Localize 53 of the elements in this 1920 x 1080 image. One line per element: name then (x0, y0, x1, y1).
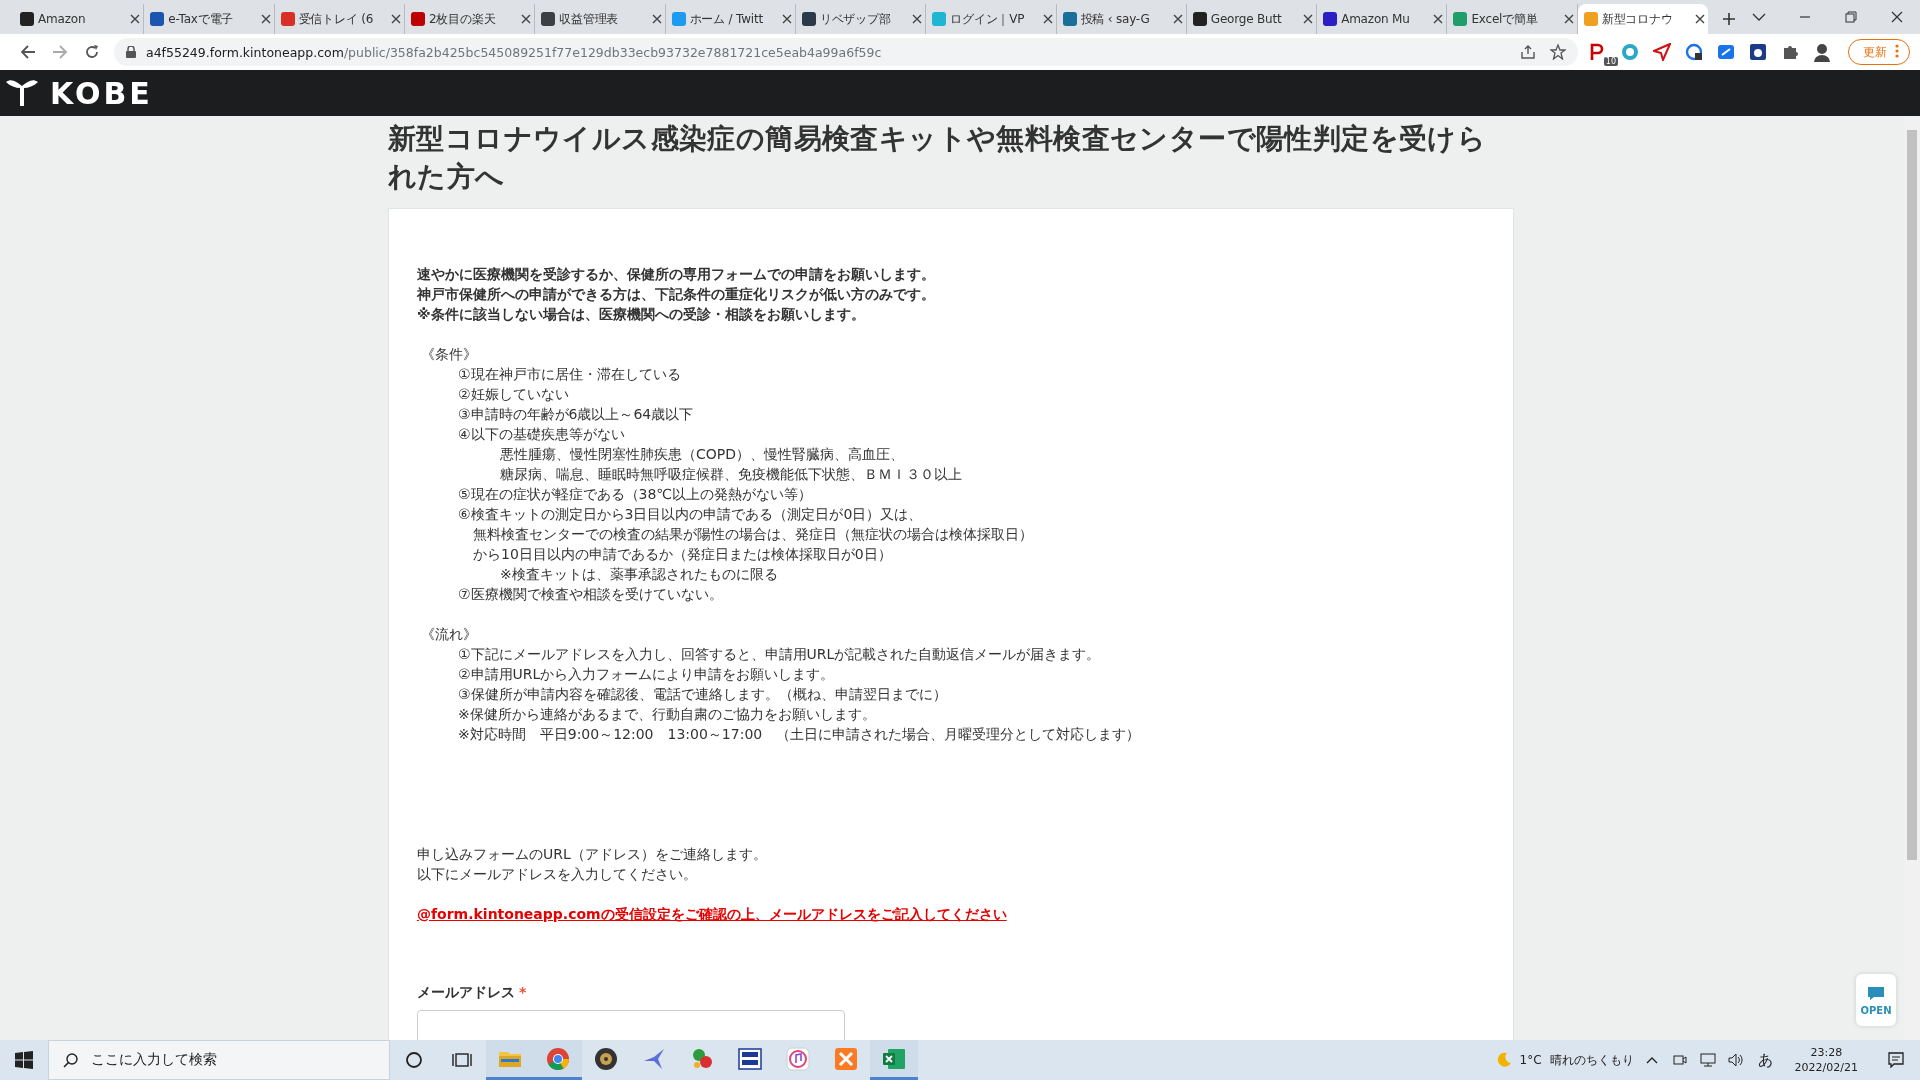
list-text: ②妊娠していない (457, 385, 570, 404)
list-text: 糖尿病、喘息、睡眠時無呼吸症候群、免疫機能低下状態、ＢＭＩ３０以上 (499, 465, 963, 484)
list-text: ※対応時間 平日9:00～12:00 13:00～17:00 （土日に申請された場合、月曜受理分として対応します） (457, 725, 1142, 744)
browser-tab[interactable]: 新型コロナウ (1577, 4, 1709, 34)
section-heading: 《流れ》 (420, 625, 478, 644)
list-text: から10日目以内の申請であるか（発症日または検体採取日が0日） (472, 545, 893, 564)
list-text: ①下記にメールアドレスを入力し、回答すると、申請用URLが記載された自動返信メールが届きます。 (457, 645, 1102, 664)
tab-title: 受信トレイ (6 (298, 10, 375, 28)
required-mark: * (519, 983, 527, 1002)
tab-title: リベザップ部 (819, 10, 892, 28)
site-logo[interactable]: KOBE (50, 75, 153, 111)
list-text: ②申請用URLから入力フォームにより申請をお願いします。 (457, 665, 836, 684)
list-text: ※保健所から連絡があるまで、行動自粛のご協力をお願いします。 (457, 705, 877, 724)
instruction-text: 以下にメールアドレスを入力してください。 (417, 865, 698, 884)
list-text: 無料検査センターでの検査の結果が陽性の場合は、発症日（無症状の場合は検体採取日） (472, 525, 1034, 544)
instruction-text: 申し込みフォームのURL（アドレス）をご連絡します。 (417, 845, 768, 864)
url-text: a4f55249.form.kintoneapp.com/public/358fa2b425bc545089251f77e129db33ecb93732e7881721ce5eab4a99a6f59c (146, 44, 882, 60)
section-heading: 《条件》 (420, 345, 478, 364)
notice-link[interactable]: @form.kintoneapp.comの受信設定をご確認の上、メールアドレスをご記入してください (417, 904, 1007, 924)
tab-title: e-Taxで電子 (168, 10, 235, 28)
taskbar-search-field[interactable]: ここに入力して検索 (48, 1040, 390, 1080)
list-text: ⑥検査キットの測定日から3日目以内の申請である（測定日が0日）又は、 (457, 505, 924, 524)
list-text: ④以下の基礎疾患等がない (457, 425, 626, 444)
list-text: ③申請時の年齢が6歳以上～64歳以下 (457, 405, 695, 424)
clock-date[interactable]: 2022/02/21 (1794, 1060, 1858, 1075)
clock-time[interactable]: 23:28 (1810, 1045, 1843, 1060)
tab-title: 新型コロナウ (1601, 10, 1674, 28)
list-text: 悪性腫瘍、慢性閉塞性肺疾患（COPD）、慢性腎臓病、高血圧、 (499, 445, 906, 464)
tab-title: Amazon (38, 12, 87, 26)
tab-title: 投稿 ‹ say-G (1080, 10, 1151, 28)
page-title: 新型コロナウイルス感染症の簡易検査キットや無料検査センターで陽性判定を受けられた方へ (388, 121, 1488, 195)
temperature-text: 1°C (1519, 1053, 1542, 1067)
intro-text: 神戸市保健所への申請ができる方は、下記条件の重症化リスクが低い方のみです。 (417, 285, 936, 304)
list-text: ⑤現在の症状が軽症である（38℃以上の発熱がない等） (457, 485, 814, 504)
input-mode-indicator[interactable]: あ (1753, 1050, 1777, 1070)
list-text: ③保健所が申請内容を確認後、電話で連絡します。（概ね、申請翌日までに） (457, 685, 948, 704)
extension-badge: 10 (1603, 57, 1618, 66)
address-bar[interactable]: a4f55249.form.kintoneapp.com/public/358fa2b425bc545089251f77e129db33ecb93732e7881721ce5eab4a99a6f59c (114, 38, 1578, 66)
tab-title: ログイン｜VP (950, 10, 1026, 28)
intro-text: 速やかに医療機関を受診するか、保健所の専用フォームでの申請をお願いします。 (417, 265, 936, 284)
list-text: ①現在神戸市に居住・滞在している (457, 365, 682, 384)
tab-title: 2枚目の楽天 (428, 10, 497, 28)
list-text: ⑦医療機関で検査や相談を受けていない。 (457, 585, 724, 604)
tab-title: ホーム / Twitt (689, 10, 764, 28)
tab-title: 収益管理表 (559, 10, 620, 28)
tab-title: George Butt (1210, 12, 1283, 26)
chat-widget[interactable]: OPEN (1856, 974, 1896, 1026)
field-label: メールアドレス (417, 983, 515, 1002)
tab-title: Excelで簡単 (1471, 10, 1539, 28)
intro-text: ※条件に該当しない場合は、医療機関への受診・相談をお願いします。 (417, 305, 866, 324)
list-text: ※検査キットは、薬事承認されたものに限る (499, 565, 779, 584)
weather-text: 晴れのちくもり (1549, 1051, 1634, 1069)
tab-title: Amazon Mu (1341, 12, 1411, 26)
